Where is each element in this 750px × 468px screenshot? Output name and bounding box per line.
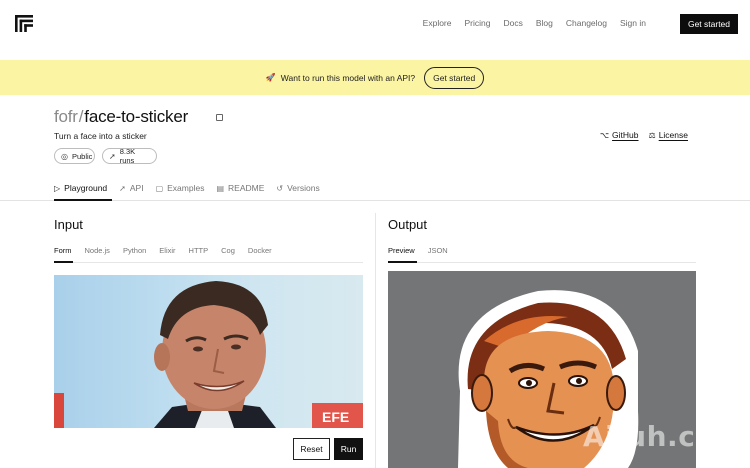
panel-divider: [375, 213, 376, 468]
banner-text: Want to run this model with an API?: [280, 72, 416, 83]
active-tab-indicator: [54, 199, 112, 201]
input-tabs: Form Node.js Python Elixir HTTP Cog Dock…: [54, 246, 285, 255]
output-tab-json[interactable]: JSON: [428, 246, 448, 255]
face-photo: EFE: [54, 281, 363, 428]
nav-explore-link[interactable]: Explore: [423, 18, 452, 28]
gallery-icon: ▢: [155, 183, 164, 193]
tab-api[interactable]: ➚ API: [119, 182, 143, 194]
model-title: fofr/face-to-sticker: [54, 107, 188, 127]
svg-text:EFE: EFE: [322, 409, 349, 425]
output-tabs-rule: [388, 262, 696, 263]
tab-examples-label: Examples: [167, 183, 205, 193]
output-active-tab-indicator: [388, 261, 417, 263]
model-description: Turn a face into a sticker: [54, 131, 147, 141]
rocket-icon: 🚀: [265, 73, 276, 82]
model-tabs: ▷ Playground ➚ API ▢ Examples ▤ README ↺…: [54, 182, 332, 194]
tab-versions[interactable]: ↺ Versions: [276, 182, 319, 194]
license-link[interactable]: ⚖ License: [649, 130, 688, 140]
input-tab-http[interactable]: HTTP: [189, 246, 209, 255]
play-icon: ▷: [54, 183, 61, 193]
get-started-button[interactable]: Get started: [680, 14, 738, 34]
title-separator: /: [78, 107, 84, 126]
input-tab-elixir[interactable]: Elixir: [159, 246, 175, 255]
tab-readme[interactable]: ▤ README: [216, 182, 264, 194]
copy-icon[interactable]: [216, 114, 223, 121]
nav-changelog-link[interactable]: Changelog: [566, 18, 607, 28]
document-icon: ▤: [216, 183, 225, 193]
rocket-icon: ➚: [109, 151, 116, 161]
replicate-logo-icon[interactable]: [15, 15, 33, 32]
tab-playground[interactable]: ▷ Playground: [54, 182, 107, 194]
run-button[interactable]: Run: [334, 438, 363, 460]
history-icon: ↺: [276, 183, 284, 193]
input-tab-python[interactable]: Python: [123, 246, 146, 255]
nav-pricing-link[interactable]: Pricing: [465, 18, 491, 28]
tab-versions-label: Versions: [287, 183, 320, 193]
input-tab-docker[interactable]: Docker: [248, 246, 272, 255]
reset-button[interactable]: Reset: [293, 438, 330, 460]
license-label: License: [658, 130, 688, 140]
visibility-label: Public: [71, 151, 93, 161]
output-heading: Output: [388, 217, 428, 232]
output-tabs: Preview JSON: [388, 246, 461, 255]
input-face-image[interactable]: EFE: [54, 275, 363, 428]
runs-badge: ➚ 8.3K runs: [102, 147, 157, 165]
visibility-badge: ◎ Public: [54, 148, 95, 164]
tab-api-label: API: [129, 183, 144, 193]
top-navigation: Explore Pricing Docs Blog Changelog Sign…: [0, 0, 750, 48]
nav-links: Explore Pricing Docs Blog Changelog Sign…: [410, 18, 646, 28]
runs-count: 8.3K runs: [119, 147, 136, 165]
rocket-icon: ➚: [119, 183, 126, 193]
github-link[interactable]: ⌥ GitHub: [600, 130, 639, 140]
model-meta-links: ⌥ GitHub ⚖ License: [590, 130, 688, 140]
github-icon: ⌥: [599, 130, 610, 140]
tab-playground-label: Playground: [64, 183, 108, 193]
input-heading: Input: [54, 217, 83, 232]
api-promo-banner: 🚀 Want to run this model with an API? Ge…: [0, 60, 750, 95]
input-tab-nodejs[interactable]: Node.js: [85, 246, 110, 255]
github-label: GitHub: [612, 130, 639, 140]
model-name: face-to-sticker: [84, 107, 189, 126]
nav-blog-link[interactable]: Blog: [536, 18, 553, 28]
watermark-text: AiJuh.com: [583, 420, 745, 453]
input-active-tab-indicator: [54, 261, 73, 263]
input-tab-form[interactable]: Form: [54, 246, 72, 255]
input-tabs-rule: [54, 262, 363, 263]
banner-get-started-button[interactable]: Get started: [424, 66, 485, 89]
input-tab-cog[interactable]: Cog: [221, 246, 235, 255]
tab-examples[interactable]: ▢ Examples: [156, 182, 205, 194]
globe-icon: ◎: [61, 151, 68, 161]
model-owner-link[interactable]: fofr: [54, 107, 78, 126]
nav-sign-in-link[interactable]: Sign in: [620, 18, 646, 28]
scale-icon: ⚖: [648, 130, 656, 140]
output-tab-preview[interactable]: Preview: [388, 246, 415, 255]
tabs-divider: [0, 200, 750, 201]
tab-readme-label: README: [228, 183, 265, 193]
nav-docs-link[interactable]: Docs: [503, 18, 522, 28]
